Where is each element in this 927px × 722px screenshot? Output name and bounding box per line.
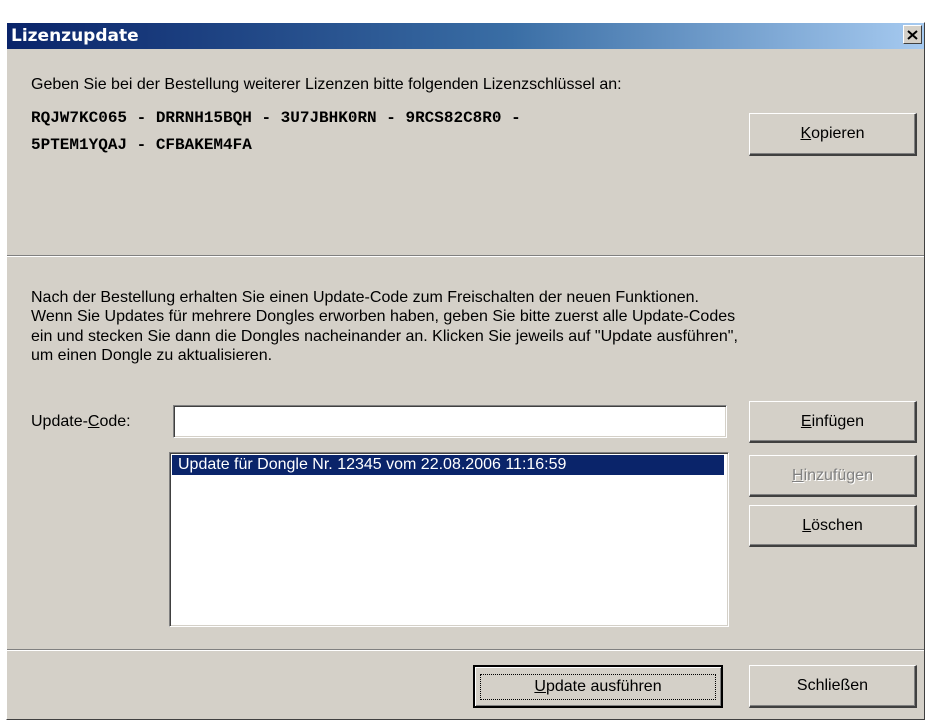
license-key-line-1: RQJW7KC065 - DRRNH15BQH - 3U7JBHK0RN - 9… [31,109,521,127]
copy-button[interactable]: Kopieren [749,113,917,156]
add-button[interactable]: Hinzufügen [749,455,917,497]
info-line-3: ein und stecken Sie dann die Dongles nac… [31,328,738,345]
close-icon [907,29,918,40]
close-window-button[interactable] [903,25,922,44]
info-line-2: Wenn Sie Updates für mehrere Dongles erw… [31,308,736,325]
license-key-line-2: 5PTEM1YQAJ - CFBAKEM4FA [31,136,252,154]
license-update-dialog: Lizenzupdate Geben Sie bei der Bestellun… [6,22,925,720]
separator-top [7,255,924,257]
updates-listbox[interactable]: Update für Dongle Nr. 12345 vom 22.08.20… [169,452,729,627]
list-item[interactable]: Update für Dongle Nr. 12345 vom 22.08.20… [172,455,724,475]
window-title: Lizenzupdate [11,26,139,46]
separator-bottom [7,649,924,651]
update-code-input[interactable] [173,405,727,438]
info-line-1: Nach der Bestellung erhalten Sie einen U… [31,289,699,306]
info-line-4: um einen Dongle zu aktualisieren. [31,347,273,364]
insert-button[interactable]: Einfügen [749,401,917,443]
run-update-button[interactable]: Update ausführen [473,665,723,708]
delete-button[interactable]: Löschen [749,505,917,547]
title-bar[interactable]: Lizenzupdate [7,23,924,49]
close-button[interactable]: Schließen [749,665,917,708]
update-code-label: Update-Code: [31,413,131,430]
license-instruction: Geben Sie bei der Bestellung weiterer Li… [31,76,622,93]
